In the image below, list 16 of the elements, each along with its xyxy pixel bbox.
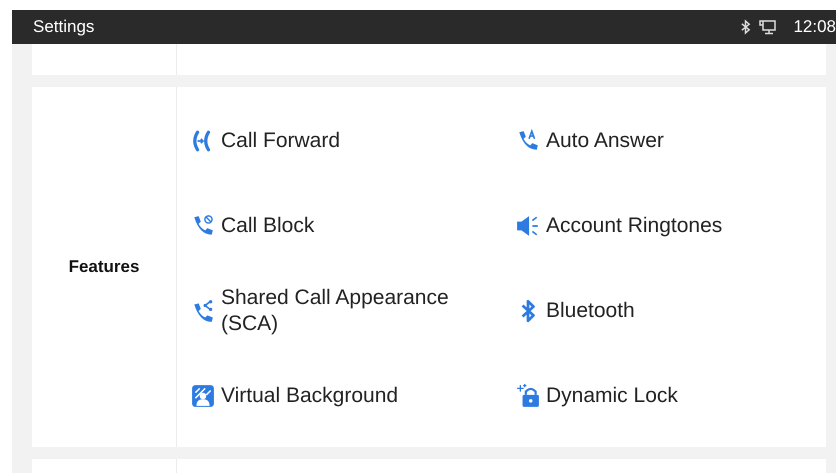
section-label: Features bbox=[68, 257, 140, 277]
settings-item[interactable]: Shared Call Appearance (SCA) bbox=[191, 268, 516, 353]
settings-item[interactable]: Dynamic Lock bbox=[516, 353, 826, 438]
clock: 12:08 bbox=[793, 17, 836, 37]
settings-item[interactable]: Call Forward bbox=[191, 98, 516, 183]
monitor-icon bbox=[759, 19, 778, 35]
settings-item[interactable]: Auto Answer bbox=[516, 98, 826, 183]
bluetooth-icon bbox=[740, 19, 752, 35]
speaker-icon bbox=[516, 214, 540, 238]
settings-item[interactable]: Call Block bbox=[191, 183, 516, 268]
settings-item[interactable]: Account Ringtones bbox=[516, 183, 826, 268]
sparkle-lock-icon bbox=[516, 384, 540, 408]
person-background-icon bbox=[191, 384, 215, 408]
app-title: Settings bbox=[33, 17, 94, 37]
settings-item[interactable]: Bluetooth bbox=[516, 268, 826, 353]
settings-item[interactable]: Virtual Background bbox=[191, 353, 516, 438]
